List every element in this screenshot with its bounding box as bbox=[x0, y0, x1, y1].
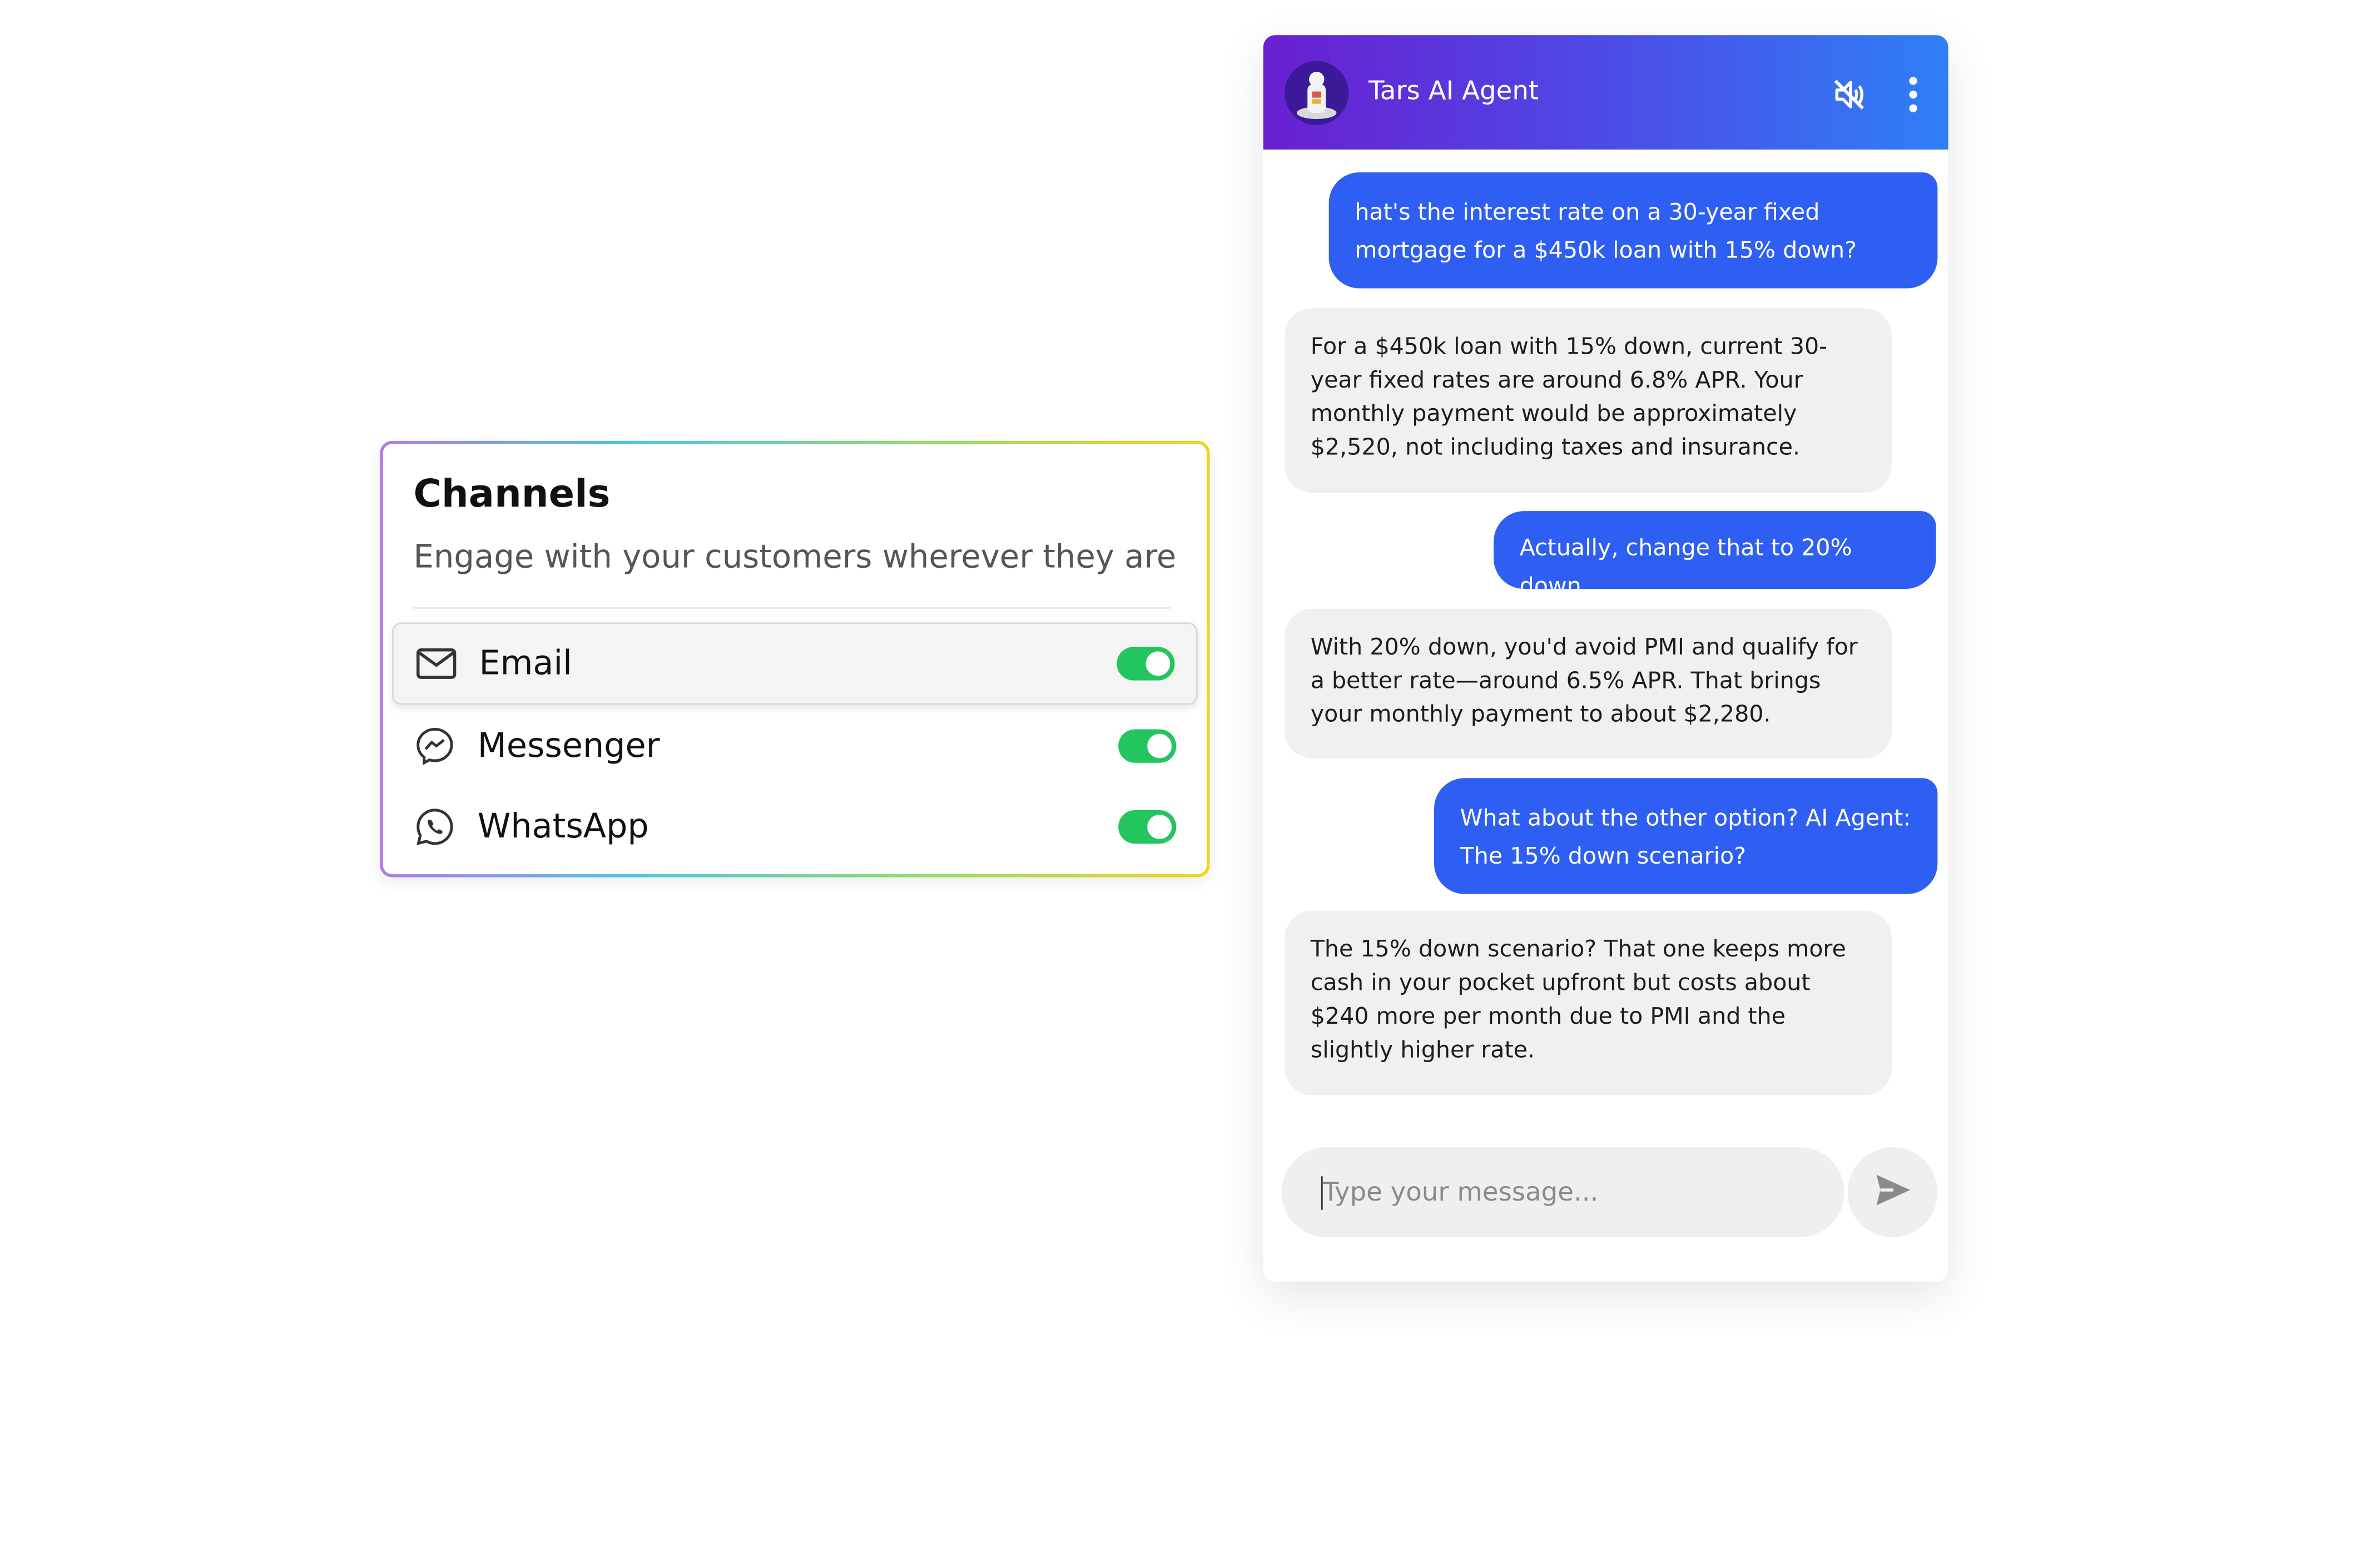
chat-header: Tars AI Agent bbox=[1263, 35, 1948, 150]
whatsapp-toggle[interactable] bbox=[1118, 810, 1177, 844]
user-message: Actually, change that to 20% down bbox=[1493, 511, 1936, 599]
agent-avatar bbox=[1285, 61, 1349, 125]
toggle-knob bbox=[1147, 815, 1172, 839]
messenger-icon bbox=[414, 725, 457, 767]
user-message: hat's the interest rate on a 30-year fix… bbox=[1328, 172, 1938, 289]
channel-label-email: Email bbox=[479, 644, 572, 683]
email-toggle[interactable] bbox=[1117, 647, 1175, 681]
messenger-toggle[interactable] bbox=[1118, 729, 1177, 763]
channels-title: Channels bbox=[413, 471, 611, 516]
channel-row-whatsapp[interactable]: WhatsApp bbox=[392, 786, 1198, 868]
channels-card: Channels Engage with your customers wher… bbox=[380, 440, 1210, 877]
agent-name: Tars AI Agent bbox=[1368, 76, 1539, 107]
channel-row-email[interactable]: Email bbox=[392, 622, 1198, 705]
mute-icon[interactable] bbox=[1831, 76, 1867, 113]
bot-message: With 20% down, you'd avoid PMI and quali… bbox=[1285, 608, 1892, 758]
toggle-knob bbox=[1146, 651, 1171, 676]
channel-label-messenger: Messenger bbox=[477, 727, 660, 765]
message-input-container[interactable] bbox=[1281, 1147, 1845, 1238]
bot-message: The 15% down scenario? That one keeps mo… bbox=[1285, 910, 1892, 1095]
channels-card-body: Channels Engage with your customers wher… bbox=[383, 444, 1207, 875]
divider bbox=[413, 607, 1171, 609]
chat-widget: Tars AI Agent hat's the interest rate on… bbox=[1263, 35, 1948, 1282]
send-icon bbox=[1875, 1172, 1911, 1212]
more-vertical-icon[interactable] bbox=[1898, 75, 1928, 114]
message-input[interactable] bbox=[1322, 1147, 1827, 1238]
channels-subtitle: Engage with your customers wherever they… bbox=[413, 538, 1177, 576]
channel-row-messenger[interactable]: Messenger bbox=[392, 705, 1198, 787]
user-message: What about the other option? AI Agent: T… bbox=[1434, 778, 1938, 894]
toggle-knob bbox=[1147, 733, 1172, 758]
mail-icon bbox=[415, 642, 458, 685]
whatsapp-icon bbox=[414, 806, 457, 849]
bot-message: For a $450k loan with 15% down, current … bbox=[1285, 308, 1892, 493]
channel-label-whatsapp: WhatsApp bbox=[477, 807, 649, 846]
send-button[interactable] bbox=[1847, 1147, 1938, 1238]
